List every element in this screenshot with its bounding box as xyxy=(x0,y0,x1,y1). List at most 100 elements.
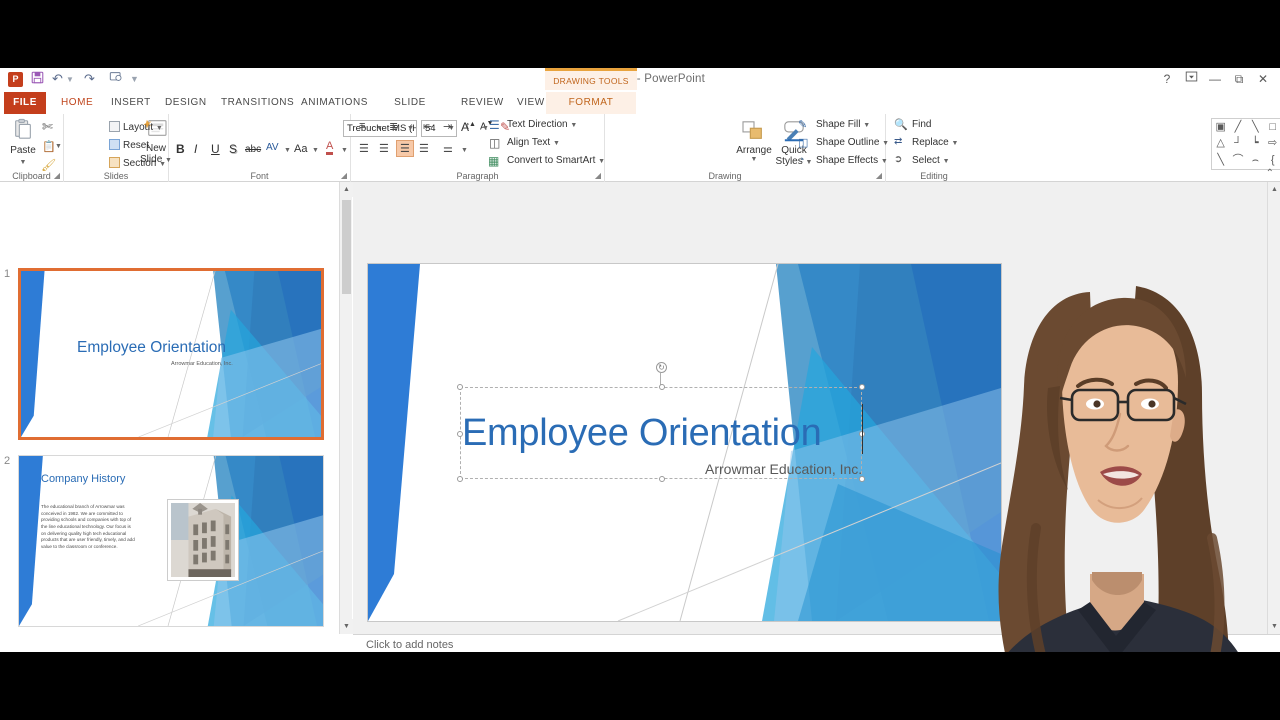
arrange-button[interactable]: Arrange ▼ xyxy=(733,120,775,163)
quick-styles-dropdown-icon[interactable]: ▼ xyxy=(806,159,813,166)
drawing-dialog-launcher[interactable]: ◢ xyxy=(876,171,882,180)
notes-placeholder[interactable]: Click to add notes xyxy=(366,639,453,651)
paste-button[interactable]: Paste ▼ xyxy=(6,118,40,167)
section-button[interactable]: Section ▼ xyxy=(109,157,166,169)
convert-to-smartart-button[interactable]: Convert to SmartArt ▼ xyxy=(507,155,605,166)
align-right-button[interactable]: ☰ xyxy=(396,140,414,157)
shape-fill-button[interactable]: Shape Fill ▼ xyxy=(816,119,870,130)
copy-icon[interactable]: 📋 xyxy=(42,140,56,153)
justify-button[interactable]: ☰ xyxy=(419,142,429,155)
columns-dropdown-icon[interactable]: ▼ xyxy=(461,147,468,154)
paste-dropdown-icon[interactable]: ▼ xyxy=(20,159,27,166)
font-color-button[interactable]: A xyxy=(326,140,334,155)
shape-outline-icon: ◫ xyxy=(798,137,809,149)
resize-handle-top-right[interactable] xyxy=(859,384,865,390)
paragraph-group-label: Paragraph xyxy=(456,171,499,181)
rotation-handle[interactable]: ↻ xyxy=(656,362,667,373)
shape-elbow-connector-icon[interactable]: ┘ xyxy=(1234,138,1242,149)
shape-right-arrow-icon[interactable]: ⇨ xyxy=(1268,138,1277,149)
format-painter-icon[interactable]: 🖌 xyxy=(41,158,56,172)
layout-button[interactable]: Layout ▼ xyxy=(109,121,163,133)
character-spacing-dropdown-icon[interactable]: ▼ xyxy=(284,147,291,154)
bold-button[interactable]: B xyxy=(176,142,185,156)
slide-panel-scrollbar[interactable]: ▲ ▼ xyxy=(339,182,353,634)
shape-effects-button[interactable]: Shape Effects ▼ xyxy=(816,155,888,166)
editor-scroll-up-icon[interactable]: ▲ xyxy=(1268,182,1280,197)
font-dialog-launcher[interactable]: ◢ xyxy=(341,171,347,180)
cut-icon[interactable]: ✄ xyxy=(42,119,53,135)
tab-transitions[interactable]: TRANSITIONS xyxy=(212,92,294,114)
numbering-dropdown-icon[interactable]: ▼ xyxy=(407,125,414,132)
shape-triangle-icon[interactable]: △ xyxy=(1216,138,1224,149)
shape-arc-icon[interactable]: ⌒ xyxy=(1232,155,1243,166)
resize-handle-top-left[interactable] xyxy=(457,384,463,390)
slide-title-text[interactable]: Employee Orientation xyxy=(462,412,822,455)
minimize-button[interactable]: — xyxy=(1204,70,1226,88)
shape-curve-icon[interactable]: ⌢ xyxy=(1252,155,1259,166)
tab-home[interactable]: HOME xyxy=(52,92,98,114)
align-left-button[interactable]: ☰ xyxy=(359,142,369,155)
help-button[interactable]: ? xyxy=(1156,70,1178,88)
italic-button[interactable]: I xyxy=(194,142,197,156)
reset-button[interactable]: Reset xyxy=(109,139,149,151)
change-case-button[interactable]: Aa xyxy=(294,143,307,155)
font-color-dropdown-icon[interactable]: ▼ xyxy=(341,147,348,154)
tab-design[interactable]: DESIGN xyxy=(156,92,206,114)
shape-rectangle-icon[interactable]: □ xyxy=(1269,121,1276,133)
slide-subtitle-text[interactable]: Arrowmar Education, Inc. xyxy=(705,461,862,477)
clipboard-dialog-launcher[interactable]: ◢ xyxy=(54,171,60,180)
text-direction-button[interactable]: Text Direction ▼ xyxy=(507,119,577,130)
screen-recording-frame: P ↶ ▼ ↷ ▼ Orientation - PowerPoint DRAWI… xyxy=(0,0,1280,720)
tab-animations[interactable]: ANIMATIONS xyxy=(292,92,367,114)
tab-slide-show[interactable]: SLIDE SHOW xyxy=(374,92,446,130)
close-button[interactable]: ✕ xyxy=(1252,70,1274,88)
arrange-dropdown-icon[interactable]: ▼ xyxy=(733,156,775,163)
restore-button[interactable]: ⧉ xyxy=(1228,70,1250,88)
character-spacing-button[interactable]: AV xyxy=(266,142,279,153)
columns-button[interactable]: ⚌ xyxy=(443,142,453,155)
bullets-button[interactable]: ≡ xyxy=(359,120,365,132)
current-slide-canvas[interactable]: ↻ Employee Orientation Arrowmar Educatio… xyxy=(368,264,1001,621)
slide-thumbnails-panel[interactable]: 1 Employee Orientation Arrowmar Educatio… xyxy=(0,182,352,634)
tab-format[interactable]: FORMAT xyxy=(546,92,636,114)
text-shadow-button[interactable]: S xyxy=(229,142,237,156)
shape-textbox-icon[interactable]: ▣ xyxy=(1215,121,1225,133)
shape-left-brace-icon[interactable]: { xyxy=(1271,155,1275,166)
resize-handle-bottom-left[interactable] xyxy=(457,476,463,482)
shape-arrow-icon[interactable]: ╲ xyxy=(1252,121,1259,133)
change-case-dropdown-icon[interactable]: ▼ xyxy=(312,147,319,154)
resize-handle-bottom-center[interactable] xyxy=(659,476,665,482)
decrease-indent-button[interactable]: ⇤ xyxy=(423,120,432,133)
shapes-gallery[interactable]: ▣ ╱ ╲ □ ○ ▢ △ ┘ ┕ ⇨ ⇩ ⬠ ╲ ⌒ ⌢ { } xyxy=(1211,118,1280,170)
increase-indent-button[interactable]: ⇥ xyxy=(443,120,452,133)
ribbon-display-options-button[interactable] xyxy=(1180,70,1202,88)
shape-outline-button[interactable]: Shape Outline ▼ xyxy=(816,137,889,148)
resize-handle-top-center[interactable] xyxy=(659,384,665,390)
tab-review[interactable]: REVIEW xyxy=(452,92,503,114)
shape-elbow-arrow-icon[interactable]: ┕ xyxy=(1252,138,1259,149)
find-button[interactable]: Find xyxy=(912,119,931,130)
numbering-button[interactable]: ≣ xyxy=(389,120,398,133)
tab-insert[interactable]: INSERT xyxy=(102,92,150,114)
tab-file[interactable]: FILE xyxy=(4,92,46,114)
panel-scroll-thumb[interactable] xyxy=(342,200,351,294)
paragraph-dialog-launcher[interactable]: ◢ xyxy=(595,171,601,180)
select-button[interactable]: Select ▼ xyxy=(912,155,950,166)
replace-button[interactable]: Replace ▼ xyxy=(912,137,958,148)
underline-button[interactable]: U xyxy=(211,142,220,156)
thumbnail-slide-2[interactable]: Company History The educational branch o… xyxy=(18,455,324,627)
collapse-ribbon-button[interactable]: ⌃ xyxy=(1266,168,1274,179)
panel-scroll-down-icon[interactable]: ▼ xyxy=(340,619,353,634)
line-spacing-button[interactable]: ↕ xyxy=(465,120,471,132)
thumbnail-slide-1[interactable]: Employee Orientation Arrowmar Education,… xyxy=(18,268,324,440)
panel-scroll-up-icon[interactable]: ▲ xyxy=(340,182,353,197)
strikethrough-button[interactable]: abc xyxy=(245,144,261,155)
align-text-button[interactable]: Align Text ▼ xyxy=(507,137,560,148)
line-spacing-dropdown-icon[interactable]: ▼ xyxy=(482,125,489,132)
align-center-button[interactable]: ☰ xyxy=(379,142,389,155)
tab-view[interactable]: VIEW xyxy=(508,92,546,114)
shape-freeform-icon[interactable]: ╲ xyxy=(1217,155,1224,166)
bullets-dropdown-icon[interactable]: ▼ xyxy=(376,125,383,132)
copy-dropdown-icon[interactable]: ▼ xyxy=(55,143,62,150)
shape-line-icon[interactable]: ╱ xyxy=(1235,121,1242,133)
